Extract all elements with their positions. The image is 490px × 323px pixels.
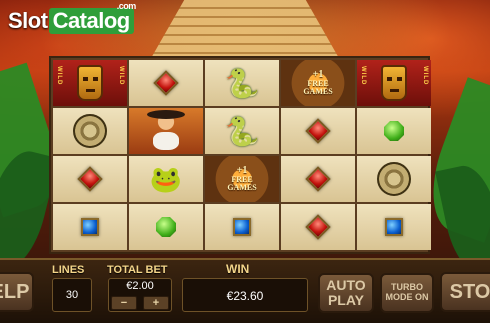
green-gem-icon xyxy=(384,121,404,141)
reel-cell: +1 FREE GAMES xyxy=(281,60,355,106)
green-gem-icon xyxy=(156,217,176,237)
reel-cell: 🐍 xyxy=(205,108,279,154)
red-gem-icon xyxy=(305,214,331,240)
auto-play-label: AUTO PLAY xyxy=(326,277,366,308)
reel-cell xyxy=(357,156,431,202)
snake-icon: 🐍 xyxy=(224,67,260,99)
blue-gem-icon xyxy=(81,218,99,236)
reel-cell: 🐸 xyxy=(129,156,203,202)
blue-gem-icon xyxy=(233,218,251,236)
win-value: €23.60 xyxy=(226,289,264,303)
snake-icon: 🐍 xyxy=(224,115,260,147)
reel-cell xyxy=(281,108,355,154)
bet-decrease-button[interactable]: − xyxy=(111,296,137,310)
logo-com-text: .com xyxy=(116,1,137,11)
reel-cell xyxy=(281,156,355,202)
reel-cell xyxy=(53,156,127,202)
aztec-calendar-icon xyxy=(377,162,411,196)
total-bet-label: TOTAL BET xyxy=(107,264,168,276)
reel-cell: 🐍 xyxy=(205,60,279,106)
red-gem-icon xyxy=(305,166,331,192)
help-button[interactable]: ELP xyxy=(0,272,34,312)
tiki-face-icon xyxy=(381,65,407,101)
free-games-icon: +1 FREE GAMES xyxy=(281,60,355,106)
reel-cell xyxy=(53,204,127,250)
reel-cell: WILD WILD xyxy=(357,60,431,106)
red-gem-icon xyxy=(153,70,179,96)
blue-gem-icon xyxy=(385,218,403,236)
reel-cell xyxy=(129,204,203,250)
reel-cell xyxy=(281,204,355,250)
total-bet-value: €2.00 xyxy=(126,280,154,292)
logo-catalog-text: Catalog xyxy=(48,8,134,34)
aztec-calendar-icon xyxy=(73,114,107,148)
frog-icon: 🐸 xyxy=(149,163,183,194)
wild-label: WILD xyxy=(360,66,366,86)
reel-cell xyxy=(357,108,431,154)
reel-cell xyxy=(357,204,431,250)
tiki-face-icon xyxy=(77,65,103,101)
lines-label: LINES xyxy=(52,264,85,276)
slotcatalog-logo: Slot Catalog .com xyxy=(8,1,136,34)
reel-cells: WILD WILD 🐍 +1 FREE GAMES WILD WILD 🐍 🐸 +1 FREE GAME… xyxy=(53,60,431,250)
win-label: WIN xyxy=(226,262,250,276)
wild-mask-icon: WILD WILD xyxy=(53,60,127,106)
wild-label: WILD xyxy=(118,66,124,86)
lines-value: 30 xyxy=(65,289,79,301)
red-gem-icon xyxy=(305,118,331,144)
free-games-icon: +1 FREE GAMES xyxy=(205,156,279,202)
help-label: ELP xyxy=(0,280,30,303)
turbo-mode-label: TURBO MODE ON xyxy=(385,282,429,302)
logo-slot-text: Slot xyxy=(8,8,48,33)
reel-cell: +1 FREE GAMES xyxy=(205,156,279,202)
stop-button[interactable]: STO xyxy=(440,272,490,312)
wild-mask-icon: WILD WILD xyxy=(357,60,431,106)
reel-grid: WILD WILD 🐍 +1 FREE GAMES WILD WILD 🐍 🐸 +1 FREE GAME… xyxy=(49,56,431,254)
red-gem-icon xyxy=(77,166,103,192)
wild-label: WILD xyxy=(422,66,428,86)
stop-label: STO xyxy=(449,280,490,303)
conquistador-icon xyxy=(129,108,203,154)
turbo-mode-button[interactable]: TURBO MODE ON xyxy=(380,273,434,313)
reel-cell xyxy=(129,108,203,154)
pyramid-decoration xyxy=(150,0,340,60)
free-games-games: GAMES xyxy=(227,183,257,192)
reel-cell xyxy=(205,204,279,250)
auto-play-button[interactable]: AUTO PLAY xyxy=(318,273,374,313)
free-games-games: GAMES xyxy=(303,87,333,96)
bet-increase-button[interactable]: + xyxy=(143,296,169,310)
wild-label: WILD xyxy=(56,66,62,86)
reel-cell xyxy=(129,60,203,106)
reel-cell: WILD WILD xyxy=(53,60,127,106)
reel-cell xyxy=(53,108,127,154)
